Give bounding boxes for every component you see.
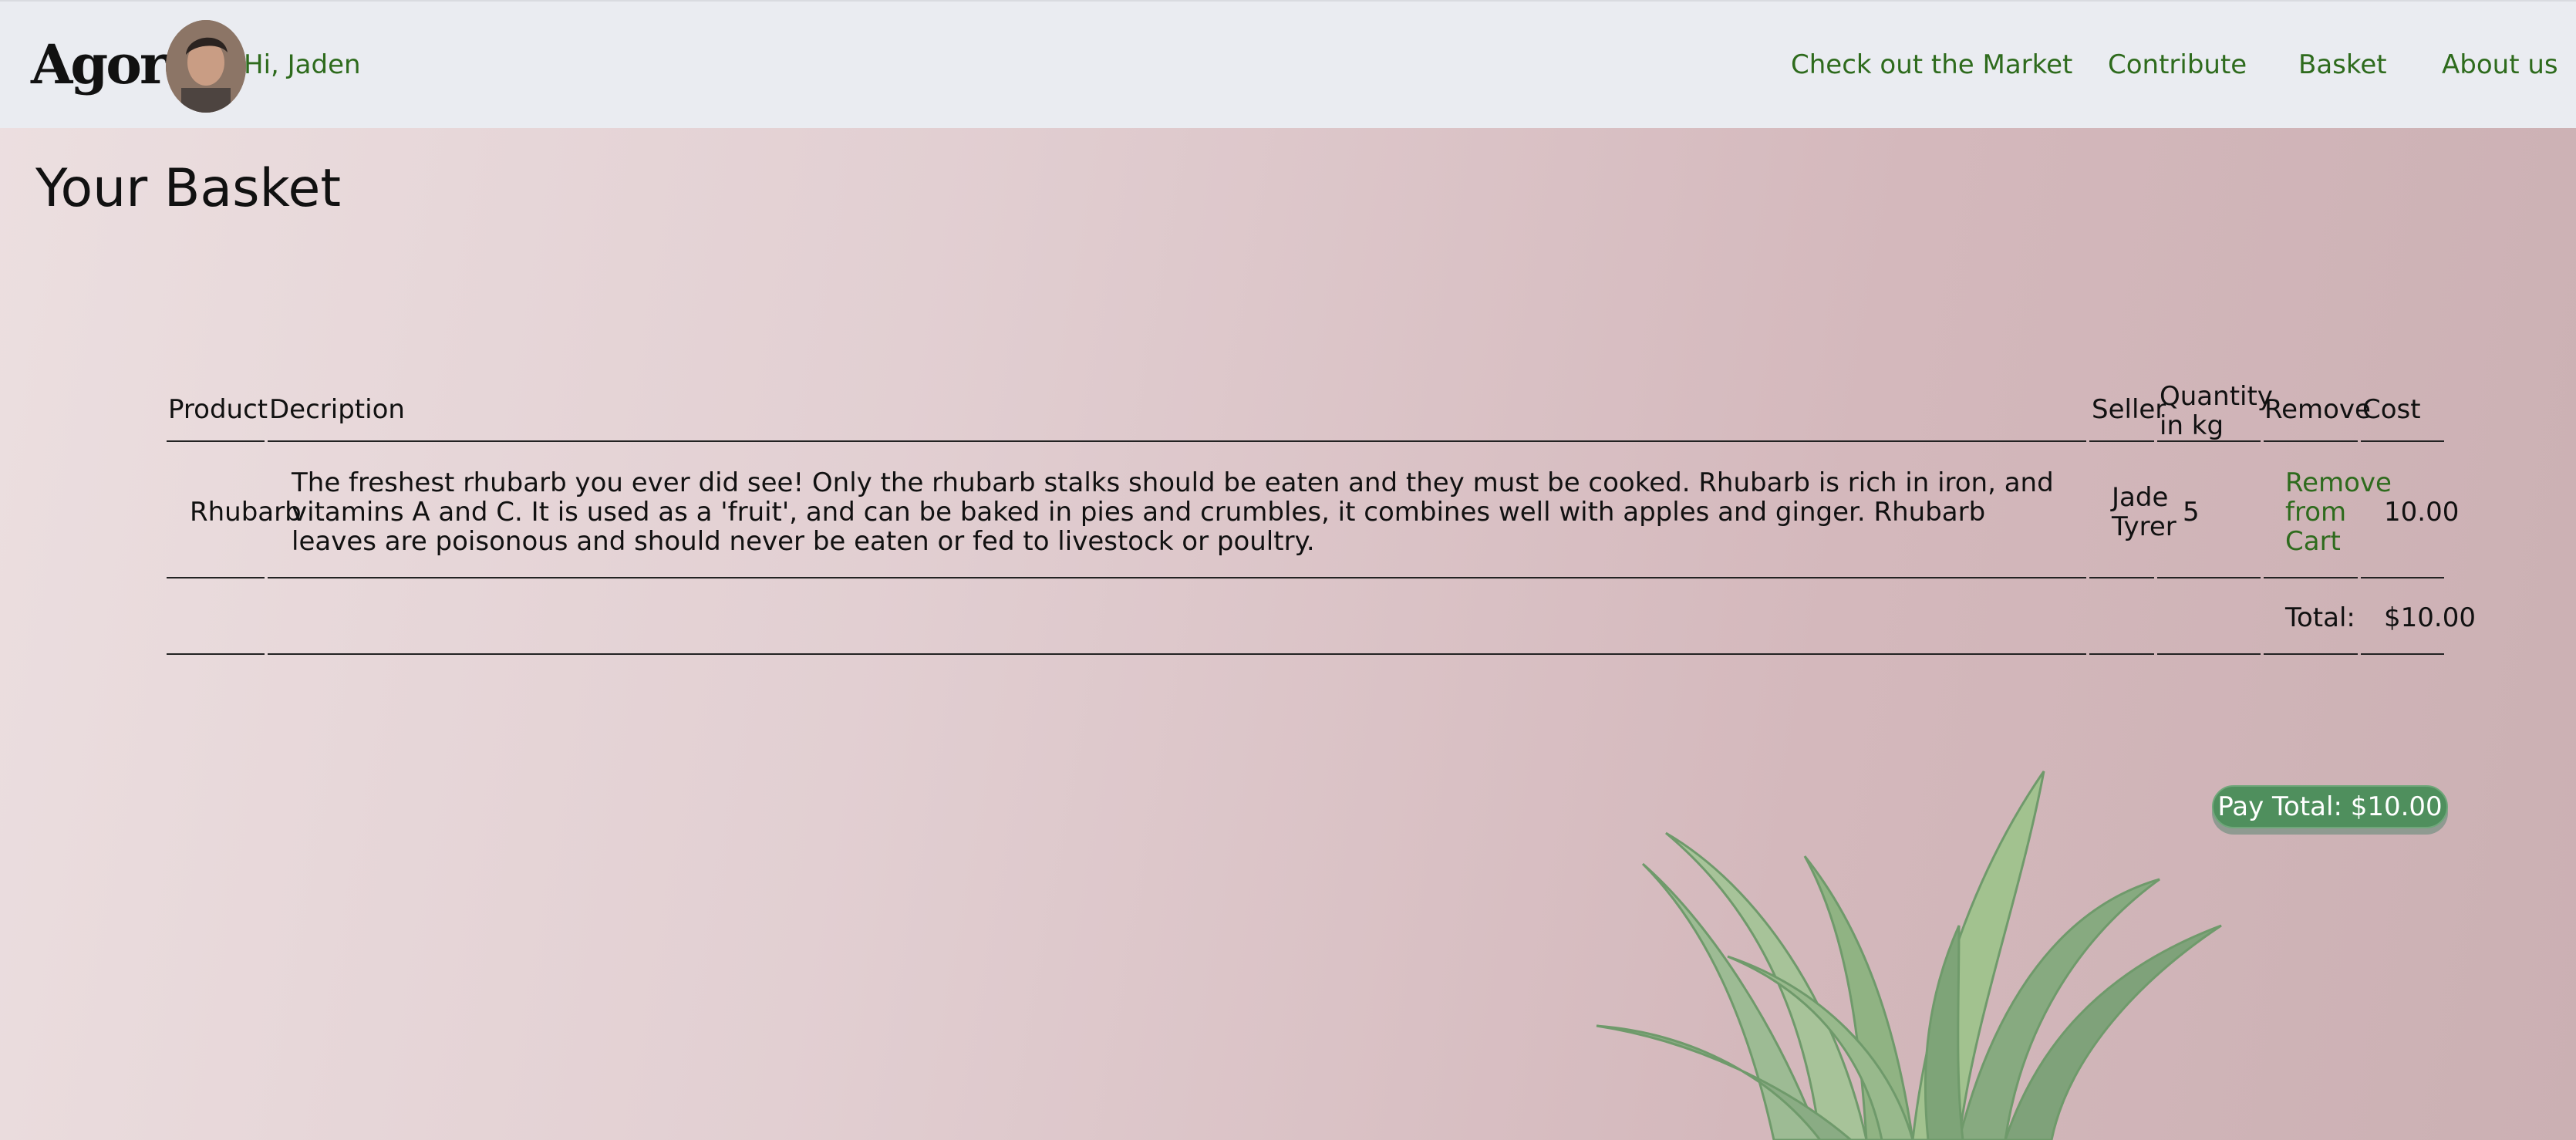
row-divider (268, 577, 2086, 578)
total-divider (167, 653, 265, 655)
header-seller: Seller (2092, 394, 2166, 425)
row-divider (167, 577, 265, 578)
row-seller-line1: Jade (2112, 482, 2169, 513)
header-product: Product (168, 394, 268, 425)
nav-basket-link[interactable]: Basket (2298, 49, 2387, 80)
remove-link-line2[interactable]: from (2285, 497, 2392, 527)
row-seller-line2: Tyrer (2112, 511, 2176, 542)
pay-total-button[interactable]: Pay Total: $10.00 (2212, 785, 2448, 828)
total-divider (268, 653, 2086, 655)
header-cost: Cost (2362, 394, 2421, 425)
total-divider (2157, 653, 2261, 655)
header-remove: Remove (2264, 394, 2371, 425)
row-divider (2157, 577, 2261, 578)
nav-market-link[interactable]: Check out the Market (1791, 49, 2072, 80)
remove-link-line1[interactable]: Remove (2285, 468, 2392, 497)
remove-from-cart-link[interactable]: Remove from Cart (2285, 468, 2392, 556)
total-divider (2361, 653, 2444, 655)
header-divider (2157, 440, 2261, 442)
row-divider (2264, 577, 2358, 578)
header-quantity-line1: Quantity (2160, 381, 2273, 412)
total-divider (2264, 653, 2358, 655)
header-divider (268, 440, 2086, 442)
row-cost: 10.00 (2384, 497, 2460, 528)
row-quantity: 5 (2183, 497, 2200, 528)
total-divider (2089, 653, 2154, 655)
row-divider (2361, 577, 2444, 578)
avatar-photo-icon (166, 20, 246, 113)
header-divider (2361, 440, 2444, 442)
header-divider (2089, 440, 2154, 442)
row-seller: Jade Tyrer (2112, 483, 2176, 541)
total-label: Total: (2285, 602, 2355, 633)
row-description: The freshest rhubarb you ever did see! O… (292, 467, 2054, 557)
plant-decoration-image (1596, 771, 2222, 1140)
row-product: Rhubarb (190, 497, 302, 528)
user-avatar-icon[interactable] (166, 20, 246, 113)
top-navbar: Agora Hi, Jaden Check out the Market Con… (0, 0, 2576, 128)
total-value: $10.00 (2384, 602, 2476, 633)
nav-contribute-link[interactable]: Contribute (2108, 49, 2247, 80)
header-description: Decription (269, 394, 405, 425)
header-quantity-line2: in kg (2160, 410, 2224, 441)
header-quantity: Quantity in kg (2160, 382, 2273, 440)
user-greeting: Hi, Jaden (244, 49, 361, 80)
page-title: Your Basket (35, 158, 341, 219)
header-divider (167, 440, 265, 442)
row-divider (2089, 577, 2154, 578)
header-divider (2264, 440, 2358, 442)
remove-link-line3[interactable]: Cart (2285, 527, 2392, 556)
nav-about-link[interactable]: About us (2442, 49, 2558, 80)
